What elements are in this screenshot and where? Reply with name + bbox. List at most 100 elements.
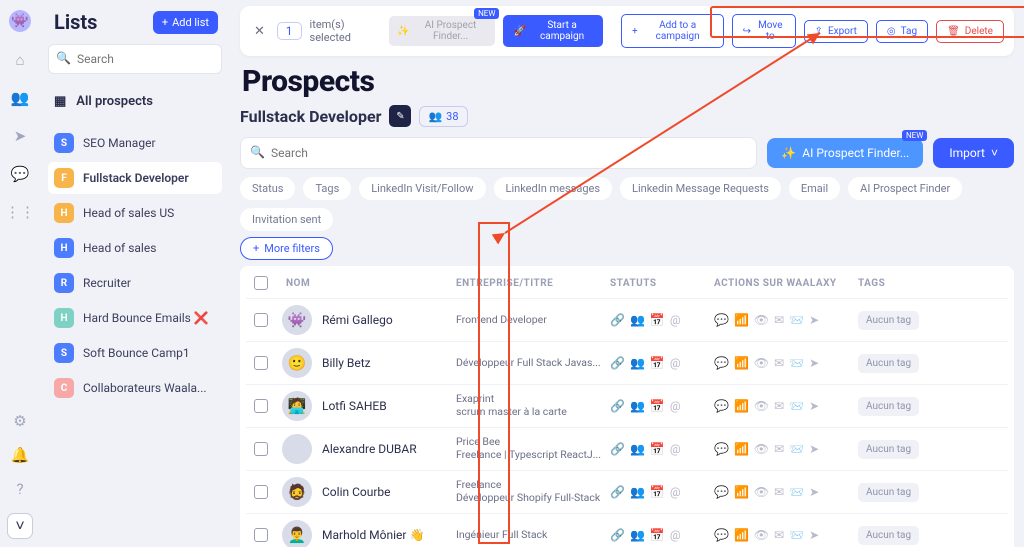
company-title: FreelanceDéveloppeur Shopify Full-Stack [456,479,606,504]
main-search[interactable]: 🔍 [240,137,757,169]
table-row[interactable]: 🙂 Billy Betz Développeur Full Stack Java… [246,341,1008,384]
no-tag-button[interactable]: Aucun tag [858,440,919,459]
main-search-input[interactable] [240,137,757,169]
inbox-icon: 📨 [789,313,804,327]
filter-chip[interactable]: LinkedIn messages [494,177,612,200]
list-label: Head of sales [83,241,156,255]
row-checkbox[interactable] [254,528,268,542]
filter-chip[interactable]: Email [789,177,840,200]
table-row[interactable]: 🧑‍💻 Lotfi SAHEB Exaprintscrum master à l… [246,384,1008,427]
chat-icon[interactable]: 💬 [10,164,30,184]
send-icon: ➤ [809,399,819,413]
people-icon: 👥 [630,356,645,370]
list-badge: R [54,273,74,293]
row-checkbox[interactable] [254,313,268,327]
sidebar-list-item[interactable]: HHard Bounce Emails ❌ [48,302,222,334]
prospect-name: Lotfi SAHEB [322,399,452,413]
rss-icon: 📶 [734,356,749,370]
people-icon: 👥 [630,313,645,327]
prospect-name: Marhold Mônier 👋 [322,528,452,542]
status-icons: 🔗👥📅@ [610,313,710,327]
bell-icon[interactable]: 🔔 [10,445,30,465]
people-icon[interactable]: 👥 [10,88,30,108]
at-icon: @ [670,485,681,499]
status-icons: 🔗👥📅@ [610,485,710,499]
rss-icon: 📶 [734,442,749,456]
rss-icon: 📶 [734,485,749,499]
row-checkbox[interactable] [254,356,268,370]
link-icon: 🔗 [610,356,625,370]
sidebar-search-input[interactable] [48,44,222,74]
row-checkbox[interactable] [254,399,268,413]
no-tag-button[interactable]: Aucun tag [858,354,919,373]
no-tag-button[interactable]: Aucun tag [858,526,919,545]
move-to-button[interactable]: ↪ Move to [732,14,796,48]
help-icon[interactable]: ? [10,479,30,499]
sidebar-list-item[interactable]: SSoft Bounce Camp1 [48,337,222,369]
list-label: Fullstack Developer [83,171,189,185]
at-icon: @ [670,313,681,327]
filter-chip[interactable]: Invitation sent [240,208,333,231]
select-all-checkbox[interactable] [254,276,268,290]
row-checkbox[interactable] [254,442,268,456]
table-row[interactable]: Alexandre DUBAR Price BeeFreelance | Typ… [246,427,1008,470]
import-button[interactable]: Import ˅ [933,138,1014,168]
rss-icon: 📶 [734,528,749,542]
no-tag-button[interactable]: Aucun tag [858,397,919,416]
gear-icon[interactable]: ⚙ [10,411,30,431]
home-icon[interactable]: ⌂ [10,50,30,70]
team-icon[interactable]: ⋮⋮ [10,202,30,222]
filter-chip[interactable]: Linkedin Message Requests [620,177,781,200]
sidebar-list-item[interactable]: HHead of sales [48,232,222,264]
arrow-icon: ↪ [743,26,751,37]
main-content: ✕ 1 item(s) selected ✨ AI Prospect Finde… [230,0,1024,547]
people-icon: 👥 [630,485,645,499]
calendar-icon: 📅 [650,485,665,499]
calendar-icon: 📅 [650,356,665,370]
action-icons: 💬📶👁✉📨➤ [714,442,854,456]
sidebar-search[interactable]: 🔍 [48,44,222,74]
close-icon[interactable]: ✕ [250,20,269,42]
table-row[interactable]: 👨‍🦱 Marhold Mônier 👋 Ingénieur Full Stac… [246,513,1008,547]
no-tag-button[interactable]: Aucun tag [858,483,919,502]
search-icon: 🔍 [56,51,71,65]
sidebar-list-item[interactable]: F Fullstack Developer [48,162,222,194]
more-filters-button[interactable]: + More filters [240,237,333,260]
list-badge: H [54,203,74,223]
col-entreprise: ENTREPRISE/TITRE [456,278,606,289]
export-button[interactable]: ⇪ Export [804,20,868,43]
start-campaign-button[interactable]: 🚀Start a campaign [503,15,603,47]
collapse-toggle[interactable]: ˅ [7,513,33,539]
tag-button[interactable]: ◎ Tag [876,20,928,43]
status-icons: 🔗👥📅@ [610,528,710,542]
sidebar-list-item[interactable]: RRecruiter [48,267,222,299]
sidebar-list-item[interactable]: CCollaborateurs Waala... [48,372,222,404]
avatar: 🧑‍💻 [282,391,312,421]
chat-icon: 💬 [714,528,729,542]
list-badge: F [54,168,74,188]
no-tag-button[interactable]: Aucun tag [858,311,919,330]
filter-chip[interactable]: Tags [303,177,351,200]
add-to-campaign-button[interactable]: + Add to a campaign [621,14,724,48]
sidebar-list-item[interactable]: SSEO Manager [48,127,222,159]
delete-button[interactable]: 🗑 Delete [936,20,1004,43]
sidebar-list-item[interactable]: HHead of sales US [48,197,222,229]
all-prospects[interactable]: ▦ All prospects [48,86,222,117]
table-row[interactable]: 👾 Rémi Gallego Frontend Developer 🔗👥📅@ 💬… [246,298,1008,341]
link-icon: 🔗 [610,442,625,456]
filter-chip[interactable]: LinkedIn Visit/Follow [359,177,485,200]
status-icons: 🔗👥📅@ [610,442,710,456]
add-list-button[interactable]: + Add list [153,11,218,34]
people-icon: 👥 [428,110,442,123]
rocket-icon[interactable]: ➤ [10,126,30,146]
col-tags: TAGS [858,278,934,289]
filter-chip[interactable]: AI Prospect Finder [848,177,962,200]
table-row[interactable]: 🧔 Colin Courbe FreelanceDéveloppeur Shop… [246,470,1008,513]
row-checkbox[interactable] [254,485,268,499]
edit-list-icon[interactable]: ✎ [389,105,411,127]
filter-chip[interactable]: Status [240,177,295,200]
ai-prospect-finder-button[interactable]: ✨ AI Prospect Finder...NEW [767,138,923,168]
avatar: 👾 [282,305,312,335]
avatar: 🙂 [282,348,312,378]
trash-icon: 🗑 [947,26,960,37]
